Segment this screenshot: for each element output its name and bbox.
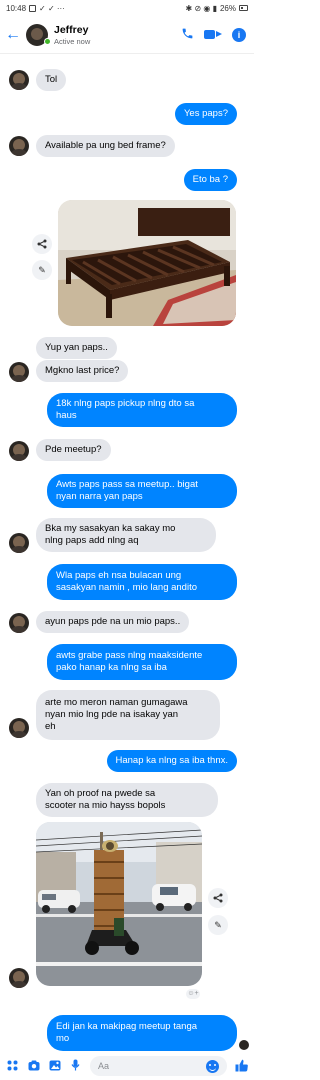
message-text-line: haus	[56, 410, 77, 421]
status-left: 10:48 ✓ ✓ ···	[6, 4, 65, 13]
message-incoming[interactable]: Bka my sasakyan ka sakay mo nlng paps ad…	[36, 518, 216, 552]
message-incoming[interactable]: Available pa ung bed frame?	[36, 135, 175, 157]
sender-avatar[interactable]	[9, 136, 29, 156]
message-text: ayun paps pde na un mio paps..	[45, 616, 181, 627]
status-time: 10:48	[6, 3, 27, 13]
message-text-line: scooter na mio hayss bopols	[45, 800, 166, 811]
share-icon[interactable]	[208, 888, 228, 908]
back-arrow-icon[interactable]: ←	[0, 26, 26, 44]
signal-icon: ✱ ⊘ ◉ ▮	[185, 3, 217, 13]
sender-avatar[interactable]	[9, 70, 29, 90]
scooter-photo[interactable]	[36, 822, 202, 986]
gallery-icon[interactable]	[48, 1060, 61, 1073]
message-text: Mgkno last price?	[45, 365, 120, 376]
message-text: Yes paps?	[183, 108, 228, 119]
sender-avatar[interactable]	[9, 613, 29, 633]
conversation-header: ← Jeffrey Active now i	[0, 16, 254, 54]
message-incoming[interactable]: Pde meetup?	[36, 439, 111, 461]
phone-icon[interactable]	[181, 27, 194, 42]
sender-avatar[interactable]	[9, 441, 29, 461]
message-text: Eto ba ?	[192, 174, 228, 185]
message-outgoing[interactable]: Awts paps pass sa meetup.. bigat nyan na…	[47, 474, 237, 508]
battery-icon	[239, 5, 248, 11]
message-text-line: awts grabe pass nlng maaksidente	[56, 650, 203, 661]
edit-icon[interactable]: ✎	[208, 915, 228, 935]
message-text: Tol	[45, 74, 58, 85]
message-input-placeholder: Aa	[98, 1061, 110, 1071]
bed-frame-photo[interactable]	[58, 200, 236, 326]
message-text-line: sasakyan namin , mio lang andito	[56, 582, 197, 593]
message-text-line: nyan narra yan paps	[56, 491, 143, 502]
message-text: Yup yan paps..	[45, 342, 108, 353]
sender-avatar[interactable]	[9, 968, 29, 988]
message-text-line: Wla paps eh nsa bulacan ung	[56, 570, 182, 581]
contact-status: Active now	[54, 36, 91, 46]
share-icon[interactable]	[32, 234, 52, 254]
seen-avatar	[239, 1040, 249, 1050]
sender-avatar[interactable]	[9, 718, 29, 738]
check-notification-icon: ✓ ✓ ···	[39, 3, 65, 13]
mic-icon[interactable]	[69, 1059, 82, 1073]
message-outgoing[interactable]: Yes paps?	[174, 103, 237, 125]
message-composer: Aa	[0, 1052, 254, 1080]
message-outgoing[interactable]: Eto ba ?	[183, 169, 237, 191]
message-outgoing[interactable]: Edi jan ka makipag meetup tanga mo	[47, 1015, 237, 1051]
contact-name: Jeffrey	[54, 23, 89, 36]
message-text-line: mo	[56, 1033, 70, 1044]
sender-avatar[interactable]	[9, 362, 29, 382]
message-incoming[interactable]: ayun paps pde na un mio paps..	[36, 611, 190, 633]
message-incoming[interactable]: Tol	[36, 69, 67, 91]
message-text: Pde meetup?	[45, 444, 102, 455]
battery-level: 26%	[219, 3, 236, 13]
emoji-icon[interactable]	[206, 1059, 219, 1073]
online-indicator	[44, 38, 51, 45]
message-incoming[interactable]: Mgkno last price?	[36, 360, 129, 382]
message-outgoing[interactable]: 18k nlng paps pickup nlng dto sa haus	[47, 393, 237, 427]
message-incoming[interactable]: arte mo meron naman gumagawa nyan mio ln…	[36, 690, 220, 740]
header-actions: i	[181, 27, 254, 42]
edit-icon[interactable]: ✎	[32, 260, 52, 280]
info-icon[interactable]: i	[232, 27, 246, 42]
message-text-line: Bka my sasakyan ka sakay mo	[45, 523, 176, 534]
message-input[interactable]: Aa	[90, 1056, 227, 1076]
sender-avatar[interactable]	[9, 533, 29, 553]
message-text-line: Edi jan ka makipag meetup tanga	[56, 1021, 198, 1032]
message-text-line: Yan oh proof na pwede sa	[45, 788, 156, 799]
message-text: Hanap ka nlng sa iba thnx.	[115, 755, 229, 766]
message-outgoing[interactable]: Wla paps eh nsa bulacan ung sasakyan nam…	[47, 564, 237, 600]
message-text-line: Awts paps pass sa meetup.. bigat	[56, 479, 198, 490]
message-incoming[interactable]: Yup yan paps..	[36, 337, 117, 359]
message-outgoing[interactable]: Hanap ka nlng sa iba thnx.	[106, 750, 237, 772]
add-reaction-icon[interactable]: ☺+	[186, 989, 200, 999]
message-text-line: nyan mio lng pde na isakay yan	[45, 709, 179, 720]
thumbs-up-icon[interactable]	[235, 1059, 248, 1074]
contact-info[interactable]: Jeffrey Active now	[54, 24, 181, 46]
video-icon[interactable]	[204, 29, 222, 40]
message-incoming[interactable]: Yan oh proof na pwede sa scooter na mio …	[36, 783, 218, 817]
message-text-line: 18k nlng paps pickup nlng dto sa	[56, 398, 195, 409]
status-bar: 10:48 ✓ ✓ ··· ✱ ⊘ ◉ ▮ 26%	[0, 0, 254, 16]
apps-icon[interactable]	[6, 1060, 19, 1073]
facebook-notification-icon	[29, 4, 37, 12]
message-text-line: pako hanap ka nlng sa iba	[56, 662, 167, 673]
message-text: Available pa ung bed frame?	[45, 140, 166, 151]
message-outgoing[interactable]: awts grabe pass nlng maaksidente pako ha…	[47, 644, 237, 680]
message-text-line: nlng paps add nlng aq	[45, 535, 139, 546]
message-text-line: eh	[45, 721, 56, 732]
message-text-line: arte mo meron naman gumagawa	[45, 697, 188, 708]
camera-icon[interactable]	[27, 1060, 40, 1073]
status-right: ✱ ⊘ ◉ ▮ 26%	[186, 4, 248, 13]
